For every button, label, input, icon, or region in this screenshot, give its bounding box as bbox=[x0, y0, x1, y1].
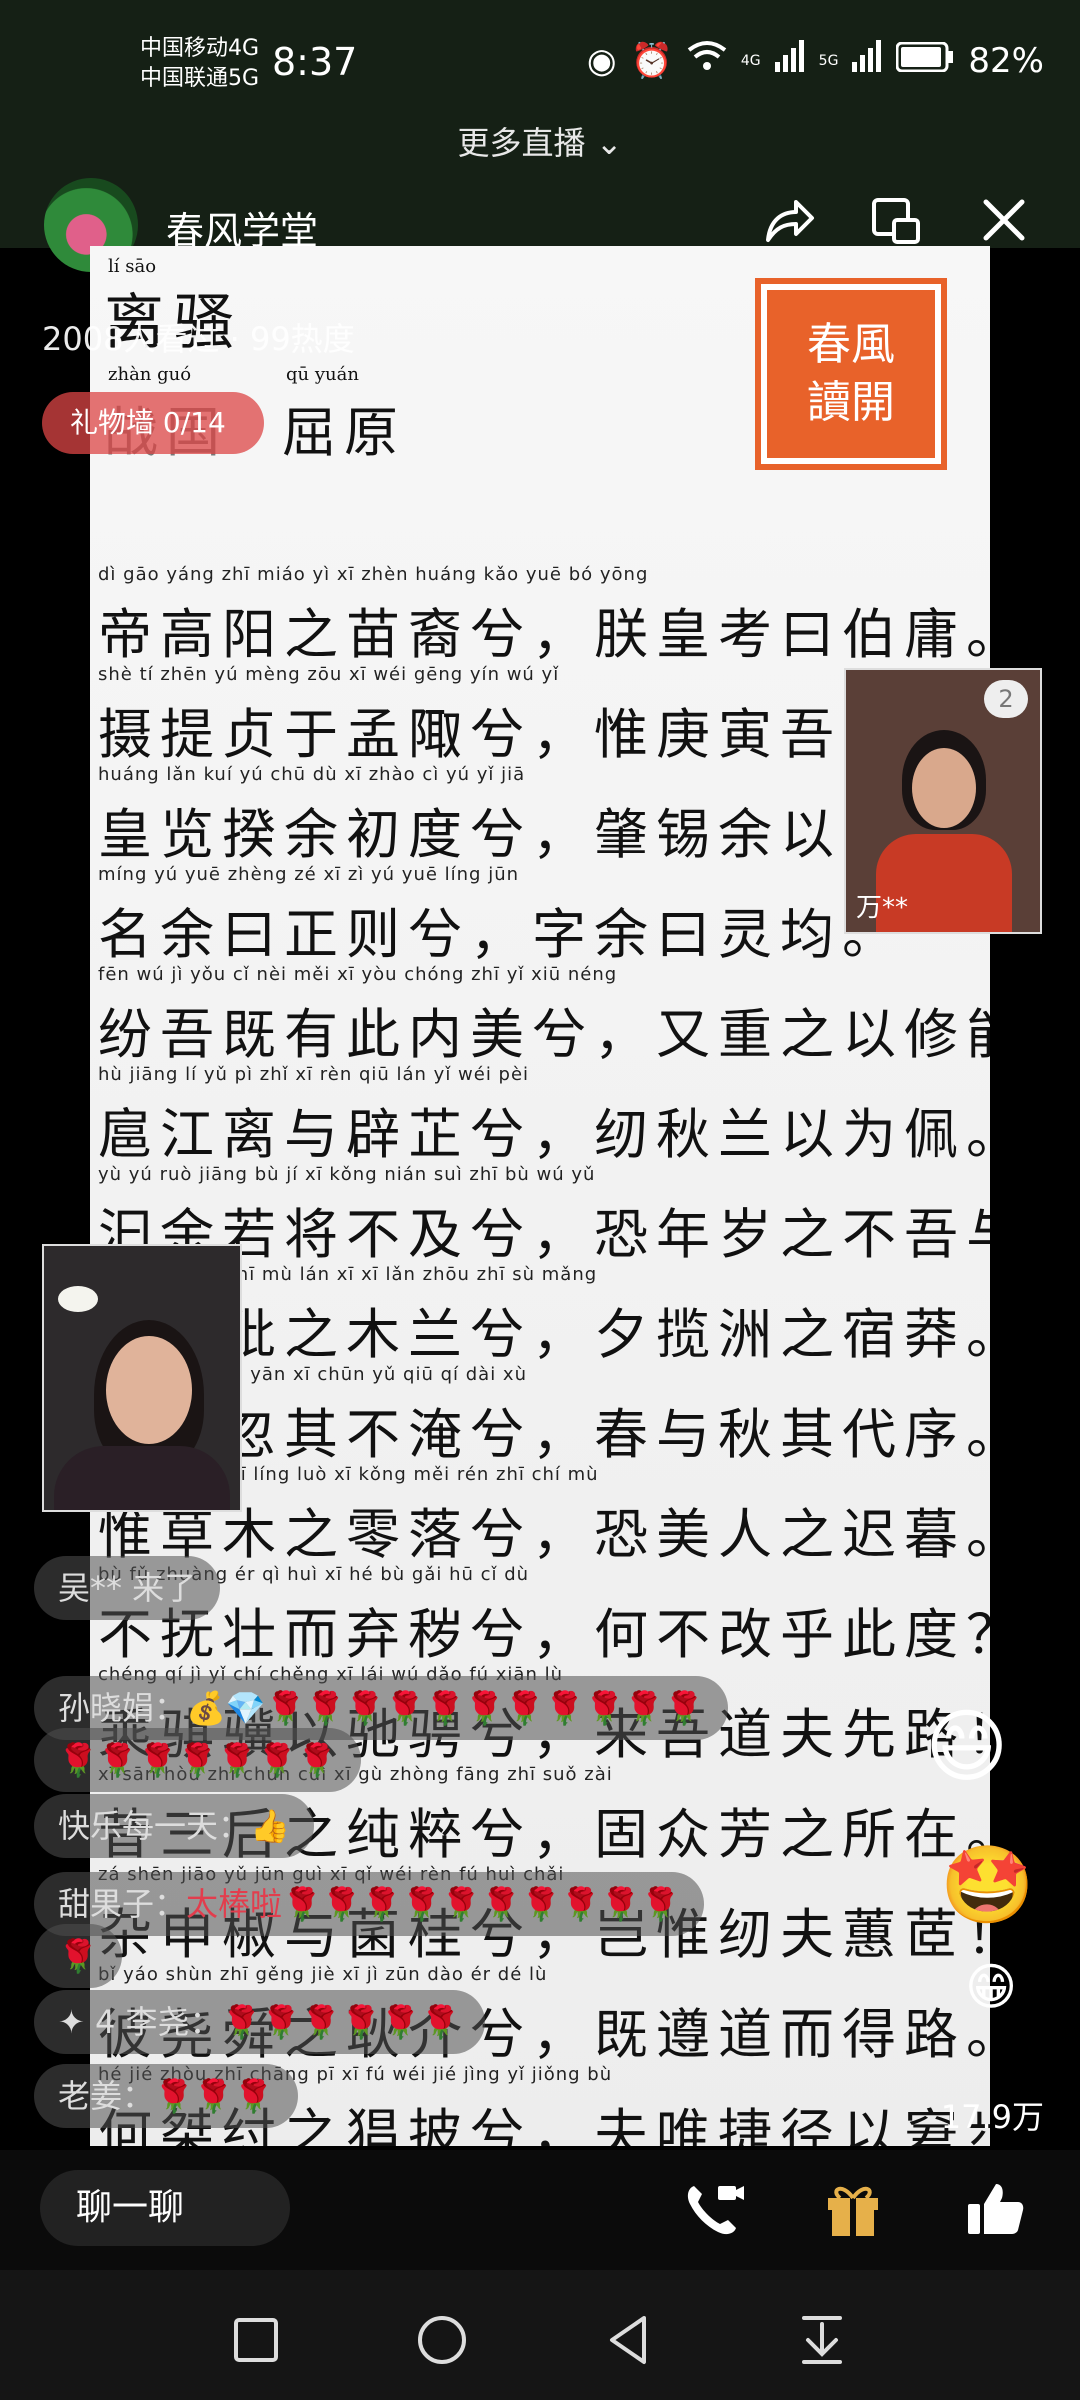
poem-line-pinyin: fēn wú jì yǒu cǐ nèi měi xī yòu chóng zh… bbox=[98, 964, 618, 985]
gift-wall-button[interactable]: 礼物墙 0/14 bbox=[42, 392, 264, 454]
guest-video-window[interactable]: 2 万** bbox=[844, 668, 1042, 934]
poem-line-text: 纷吾既有此内美兮，又重之以修能。 bbox=[98, 1003, 990, 1066]
home-icon[interactable] bbox=[412, 2310, 472, 2370]
comment-text: 太棒啦🌹🌹🌹🌹🌹🌹🌹🌹🌹🌹 bbox=[186, 1885, 681, 1923]
star-eyes-emoji-icon: 🤩 bbox=[940, 1840, 1035, 1929]
poem-line-pinyin: yù yú ruò jiāng bù jí xī kǒng nián suì z… bbox=[98, 1164, 596, 1185]
comment-item[interactable]: 老姜：🌹🌹🌹 bbox=[34, 2064, 298, 2128]
host-video-window[interactable] bbox=[42, 1244, 242, 1512]
bottom-toolbar: 聊一聊 bbox=[0, 2150, 1080, 2270]
video-call-icon[interactable] bbox=[680, 2176, 746, 2242]
more-live-dropdown[interactable]: 更多直播 ⌄ bbox=[0, 118, 1080, 164]
system-nav-bar bbox=[0, 2270, 1080, 2400]
host-face bbox=[106, 1336, 192, 1444]
signal-icon-2 bbox=[852, 40, 882, 81]
like-count: 17.9万 bbox=[940, 2098, 1044, 2136]
status-icons: ◉ ⏰ 4G 5G 82% bbox=[587, 40, 1044, 81]
view-count[interactable]: 2008人看过 · 99热度 bbox=[42, 314, 355, 360]
poem-line: hù jiāng lí yǔ pì zhǐ xī rèn qiū lán yǐ … bbox=[98, 1064, 990, 1166]
comment-text: 🌹🌹🌹🌹🌹🌹 bbox=[221, 2003, 461, 2041]
comment-user: ✦ 4 李尧： bbox=[58, 2003, 222, 2041]
comment-user: 孙晓娟： bbox=[58, 1689, 187, 1727]
guest-name: 万** bbox=[856, 893, 909, 923]
live-video-stage: lí sāo 离骚 zhàn guó 战国 qū yuán 屈原 春風讀開 dì… bbox=[90, 246, 990, 2146]
host-clothes bbox=[54, 1446, 230, 1510]
laughing-emoji-icon: 😄 bbox=[925, 1700, 1009, 1793]
poem-line-pinyin: hù jiāng lí yǔ pì zhǐ xī rèn qiū lán yǐ … bbox=[98, 1064, 530, 1085]
comment-user: 老姜： bbox=[58, 2077, 155, 2115]
poem-line-pinyin: míng yú yuē zhèng zé xī zì yú yuē líng j… bbox=[98, 864, 520, 885]
poem-line-text: 皇览揆余初度兮，肇锡余以嘉 bbox=[98, 803, 904, 866]
poem-line-text: 扈江离与辟芷兮，纫秋兰以为佩。 bbox=[98, 1103, 990, 1166]
comment-user: 快乐每一天： bbox=[58, 1807, 251, 1845]
back-icon[interactable] bbox=[600, 2310, 660, 2370]
poem-line-pinyin: shè tí zhēn yú mèng zōu xī wéi gēng yín … bbox=[98, 664, 560, 685]
comment-text: 💰💎🌹🌹🌹🌹🌹🌹🌹🌹🌹🌹🌹 bbox=[186, 1689, 704, 1727]
reading-seal-logo: 春風讀開 bbox=[755, 278, 947, 470]
gift-icon[interactable] bbox=[820, 2176, 886, 2242]
comment-item[interactable]: ✦ 4 李尧：🌹🌹🌹🌹🌹🌹 bbox=[34, 1990, 485, 2054]
poem-line-text: 摄提贞于孟陬兮，惟庚寅吾以 bbox=[98, 703, 904, 766]
dynasty-pinyin: zhàn guó bbox=[108, 364, 192, 385]
battery-icon bbox=[895, 41, 954, 81]
more-live-label: 更多直播 bbox=[457, 124, 586, 162]
poem-line: dì gāo yáng zhī miáo yì xī zhèn huáng kǎ… bbox=[98, 564, 990, 666]
comment-item[interactable]: 🌹 bbox=[34, 1924, 122, 1988]
comment-user: 甜果子： bbox=[58, 1885, 187, 1923]
comment-text: 🌹🌹🌹 bbox=[154, 2077, 274, 2115]
poem-line: bù fǔ zhuàng ér qì huì xī hé bù gǎi hū c… bbox=[98, 1564, 990, 1666]
signal-icon-1 bbox=[774, 40, 805, 81]
recent-apps-icon[interactable] bbox=[226, 2310, 286, 2370]
notification-pull-icon[interactable] bbox=[792, 2310, 852, 2370]
poem-line: fēn wú jì yǒu cǐ nèi měi xī yòu chóng zh… bbox=[98, 964, 990, 1066]
poem-line-pinyin: dì gāo yáng zhī miáo yì xī zhèn huáng kǎ… bbox=[98, 564, 649, 585]
battery-percent: 82% bbox=[968, 40, 1044, 81]
alarm-icon: ⏰ bbox=[630, 40, 673, 81]
comment-text: 🌹 bbox=[58, 1937, 98, 1975]
comment-text: 👍 bbox=[250, 1807, 290, 1845]
carrier-labels: 中国移动4G 中国联通5G bbox=[140, 34, 259, 94]
seal-text: 春風讀開 bbox=[807, 319, 895, 428]
guest-badge: 2 bbox=[984, 680, 1028, 718]
comment-user: 吴** 来了 bbox=[58, 1569, 197, 1607]
chat-input-button[interactable]: 聊一聊 bbox=[40, 2170, 290, 2246]
net-label-2: 5G bbox=[818, 52, 839, 69]
poem-line-pinyin: huáng lǎn kuí yú chū dù xī zhào cì yú yǐ… bbox=[98, 764, 526, 785]
carrier-1: 中国移动4G bbox=[140, 36, 260, 61]
pip-icon[interactable] bbox=[868, 192, 928, 252]
poem-line-text: 名余曰正则兮，字余曰灵均。 bbox=[98, 903, 904, 966]
share-icon[interactable] bbox=[760, 192, 820, 252]
ceiling-light bbox=[58, 1286, 98, 1312]
grin-emoji-icon: 😁 bbox=[965, 1958, 1018, 2016]
comment-item[interactable]: 快乐每一天：👍 bbox=[34, 1794, 314, 1858]
comment-item[interactable]: 甜果子：太棒啦🌹🌹🌹🌹🌹🌹🌹🌹🌹🌹 bbox=[34, 1872, 705, 1936]
poem-line-text: 帝高阳之苗裔兮，朕皇考曰伯庸。 bbox=[98, 603, 990, 666]
poem-author: 屈原 bbox=[282, 401, 406, 464]
chevron-down-icon: ⌄ bbox=[595, 124, 623, 162]
status-bar: 中国移动4G 中国联通5G 8:37 ◉ ⏰ 4G 5G 82% bbox=[0, 30, 1080, 100]
comment-item[interactable]: 🌹🌹🌹🌹🌹🌹🌹 bbox=[34, 1728, 361, 1792]
poem-line-pinyin: bǐ yáo shùn zhī gěng jiè xī jì zūn dào é… bbox=[98, 1964, 548, 1985]
close-icon[interactable] bbox=[976, 192, 1036, 252]
clock: 8:37 bbox=[272, 40, 358, 84]
eye-icon: ◉ bbox=[586, 40, 617, 81]
comment-item[interactable]: 吴** 来了 bbox=[34, 1556, 221, 1620]
author-pinyin: qū yuán bbox=[286, 364, 359, 385]
carrier-2: 中国联通5G bbox=[140, 66, 260, 91]
comment-text: 🌹🌹🌹🌹🌹🌹🌹 bbox=[58, 1741, 337, 1779]
net-label-1: 4G bbox=[740, 52, 761, 69]
guest-face bbox=[912, 748, 976, 828]
poem-line-text: 不抚壮而弃秽兮，何不改乎此度？ bbox=[98, 1603, 990, 1666]
wifi-icon bbox=[687, 40, 727, 81]
thumbs-up-icon[interactable] bbox=[962, 2176, 1028, 2242]
